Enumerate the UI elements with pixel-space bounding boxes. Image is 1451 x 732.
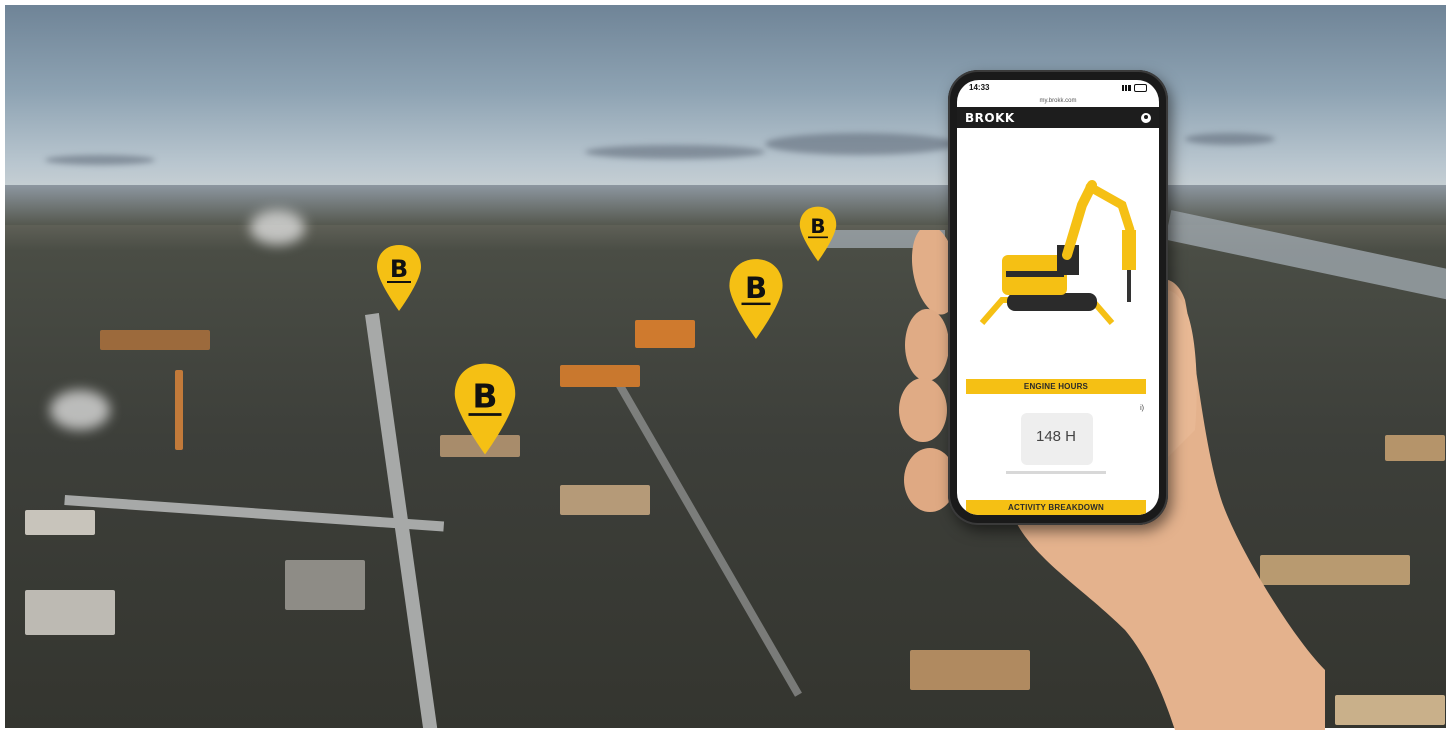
url-bar[interactable]: my.brokk.com (957, 95, 1159, 107)
user-account-icon[interactable] (1141, 112, 1151, 123)
app-header: BROKK (957, 107, 1159, 128)
status-bar: 14:33 (957, 80, 1159, 95)
battery-icon (1134, 83, 1147, 92)
signal-icon (1122, 84, 1131, 91)
phone-screen: 14:33 my.brokk.com BROKK ENGINE HOURS i)… (957, 80, 1159, 515)
status-time: 14:33 (969, 83, 990, 92)
map-pin-marker[interactable]: B (375, 243, 423, 313)
map-pin-marker[interactable]: B (798, 205, 838, 263)
hours-footnote (1006, 471, 1106, 474)
smartphone: 14:33 my.brokk.com BROKK ENGINE HOURS i)… (948, 70, 1168, 525)
pin-label: B (390, 255, 408, 283)
pin-label: B (810, 215, 825, 238)
map-pin-marker[interactable]: B (452, 360, 518, 458)
horizon (5, 185, 1446, 225)
info-icon[interactable]: i) (1140, 405, 1144, 412)
map-pin-marker[interactable]: B (727, 256, 785, 342)
pin-label: B (745, 271, 767, 305)
engine-hours-header[interactable]: ENGINE HOURS (966, 379, 1146, 394)
engine-hours-panel: i) 148 H (966, 405, 1146, 483)
demolition-robot-image (979, 180, 1136, 325)
activity-breakdown-header[interactable]: ACTIVITY BREAKDOWN (966, 500, 1146, 515)
pin-label: B (472, 377, 497, 416)
engine-hours-value: 148 H (1035, 428, 1077, 445)
brand-logo[interactable]: BROKK (965, 111, 1015, 125)
